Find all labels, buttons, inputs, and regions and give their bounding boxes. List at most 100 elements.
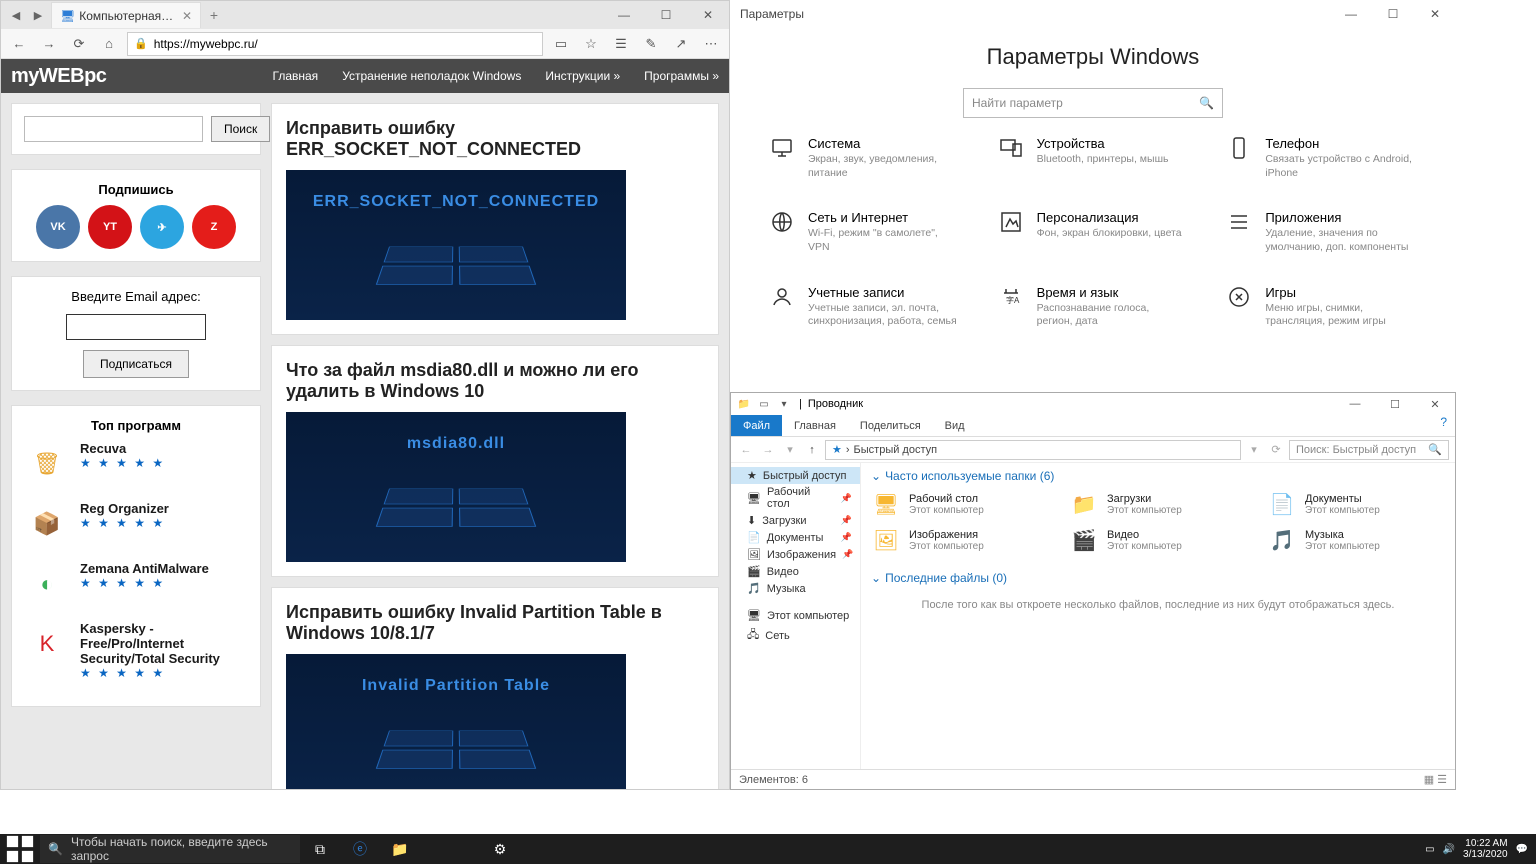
url-bar[interactable]: 🔒 [127,32,543,56]
zen-icon[interactable]: Z [192,205,236,249]
maximize-button[interactable]: ☐ [645,1,687,29]
minimize-button[interactable]: — [603,1,645,29]
frequent-folders-header[interactable]: ⌄ Часто используемые папки (6) [871,469,1445,483]
back-button[interactable]: ← [7,32,31,56]
email-input[interactable] [66,314,206,340]
folder-item[interactable]: 📁ЗагрузкиЭтот компьютер [1069,489,1247,519]
nav-item[interactable]: 🎬Видео [731,563,860,580]
nav-item[interactable]: Главная [273,69,319,83]
folder-item[interactable]: 🖼ИзображенияЭтот компьютер [871,525,1049,555]
nav-item[interactable]: 🖼Изображения📌 [731,546,860,563]
settings-category-games[interactable]: ИгрыМеню игры, снимки, трансляция, режим… [1227,285,1416,329]
start-button[interactable] [0,834,40,864]
url-input[interactable] [154,37,536,51]
volume-icon[interactable]: 🔊 [1443,844,1455,855]
home-button[interactable]: ⌂ [97,32,121,56]
path-bar[interactable]: ★ › Быстрый доступ [825,440,1241,460]
youtube-icon[interactable]: YT [88,205,132,249]
maximize-button[interactable]: ☐ [1372,0,1414,28]
nav-item[interactable]: Инструкции » [545,69,620,83]
refresh-button[interactable]: ⟳ [67,32,91,56]
settings-category-network[interactable]: Сеть и ИнтернетWi-Fi, режим "в самолете"… [770,210,959,254]
program-item[interactable]: 📦Reg Organizer★ ★ ★ ★ ★ [24,501,248,547]
settings-category-apps[interactable]: ПриложенияУдаление, значения по умолчани… [1227,210,1416,254]
taskbar-search[interactable]: 🔍 Чтобы начать поиск, введите здесь запр… [40,835,300,863]
folder-item[interactable]: 🎵МузыкаЭтот компьютер [1267,525,1445,555]
maximize-button[interactable]: ☐ [1375,393,1415,415]
settings-search[interactable]: Найти параметр 🔍 [963,88,1223,118]
tab-close-icon[interactable]: ✕ [182,9,192,23]
forward-button[interactable]: → [759,441,777,459]
folder-item[interactable]: 📄ДокументыЭтот компьютер [1267,489,1445,519]
search-button[interactable]: Поиск [211,116,270,142]
ribbon-tab-file[interactable]: Файл [731,415,782,436]
explorer-search[interactable]: Поиск: Быстрый доступ 🔍 [1289,440,1449,460]
clock[interactable]: 10:22 AM 3/13/2020 [1463,838,1508,860]
settings-category-phone[interactable]: ТелефонСвязать устройство с Android, iPh… [1227,136,1416,180]
settings-taskbar-icon[interactable]: ⚙ [480,834,520,864]
settings-category-personalize[interactable]: ПерсонализацияФон, экран блокировки, цве… [999,210,1188,254]
folder-item[interactable]: 🖥Рабочий столЭтот компьютер [871,489,1049,519]
close-button[interactable]: ✕ [687,1,729,29]
view-icons[interactable]: ▦ ☰ [1424,773,1447,786]
nav-item[interactable]: 🖥Этот компьютер [731,607,860,624]
edge-taskbar-icon[interactable]: ⓔ [340,834,380,864]
settings-category-account[interactable]: Учетные записиУчетные записи, эл. почта,… [770,285,959,329]
qat-icon[interactable]: 📁 [735,395,753,413]
nav-item[interactable]: Устранение неполадок Windows [342,69,521,83]
browser-tab[interactable]: 🖥 Компьютерная помощ ✕ [51,2,201,28]
favorite-button[interactable]: ☆ [579,32,603,56]
program-item[interactable]: KKaspersky - Free/Pro/Internet Security/… [24,621,248,680]
qat-icon[interactable]: ▾ [775,395,793,413]
site-logo[interactable]: myWEBpc [11,65,106,88]
edit-icon[interactable]: ✎ [639,32,663,56]
folder-item[interactable]: 🎬ВидеоЭтот компьютер [1069,525,1247,555]
task-view-button[interactable]: ⧉ [300,834,340,864]
dropdown-icon[interactable]: ▾ [1245,441,1263,459]
minimize-button[interactable]: — [1330,0,1372,28]
settings-category-time[interactable]: 字AВремя и языкРаспознавание голоса, реги… [999,285,1188,329]
settings-category-monitor[interactable]: СистемаЭкран, звук, уведомления, питание [770,136,959,180]
nav-item[interactable]: ⬇Загрузки📌 [731,512,860,529]
up-button[interactable]: ↑ [803,441,821,459]
program-item[interactable]: 🗑Recuva★ ★ ★ ★ ★ [24,441,248,487]
ribbon-tab-view[interactable]: Вид [933,415,977,436]
next-tabset-icon[interactable]: ▶ [29,6,47,24]
more-button[interactable]: ⋯ [699,32,723,56]
reading-mode-icon[interactable]: ▭ [549,32,573,56]
notification-icon[interactable]: 💬 [1516,844,1528,855]
settings-category-devices[interactable]: УстройстваBluetooth, принтеры, мышь [999,136,1188,180]
nav-item[interactable]: 🎵Музыка [731,580,860,597]
recent-files-header[interactable]: ⌄ Последние файлы (0) [871,571,1445,585]
forward-button[interactable]: → [37,32,61,56]
search-input[interactable] [24,116,203,142]
nav-item[interactable]: Программы » [644,69,719,83]
new-tab-button[interactable]: + [201,2,227,28]
article-card[interactable]: Исправить ошибку ERR_SOCKET_NOT_CONNECTE… [271,103,719,335]
reading-list-icon[interactable]: ☰ [609,32,633,56]
ribbon-tab-home[interactable]: Главная [782,415,848,436]
share-button[interactable]: ↗ [669,32,693,56]
subscribe-button[interactable]: Подписаться [83,350,189,378]
telegram-icon[interactable]: ✈ [140,205,184,249]
close-button[interactable]: ✕ [1415,393,1455,415]
nav-item[interactable]: 🖧Сеть [731,624,860,647]
nav-item[interactable]: 🖥Рабочий стол📌 [731,484,860,512]
ribbon-tab-share[interactable]: Поделиться [848,415,933,436]
nav-item[interactable]: ★Быстрый доступ [731,467,860,484]
help-icon[interactable]: ? [1432,415,1455,436]
refresh-button[interactable]: ⟳ [1267,441,1285,459]
back-button[interactable]: ← [737,441,755,459]
article-card[interactable]: Что за файл msdia80.dll и можно ли его у… [271,345,719,577]
explorer-taskbar-icon[interactable]: 📁 [380,834,420,864]
tray-icon[interactable]: ▭ [1425,844,1434,855]
dropdown-icon[interactable]: ▾ [781,441,799,459]
qat-icon[interactable]: ▭ [755,395,773,413]
program-item[interactable]: ◐Zemana AntiMalware★ ★ ★ ★ ★ [24,561,248,607]
prev-tabset-icon[interactable]: ◀ [7,6,25,24]
vk-icon[interactable]: VK [36,205,80,249]
minimize-button[interactable]: — [1335,393,1375,415]
nav-item[interactable]: 📄Документы📌 [731,529,860,546]
close-button[interactable]: ✕ [1414,0,1456,28]
article-card[interactable]: Исправить ошибку Invalid Partition Table… [271,587,719,789]
